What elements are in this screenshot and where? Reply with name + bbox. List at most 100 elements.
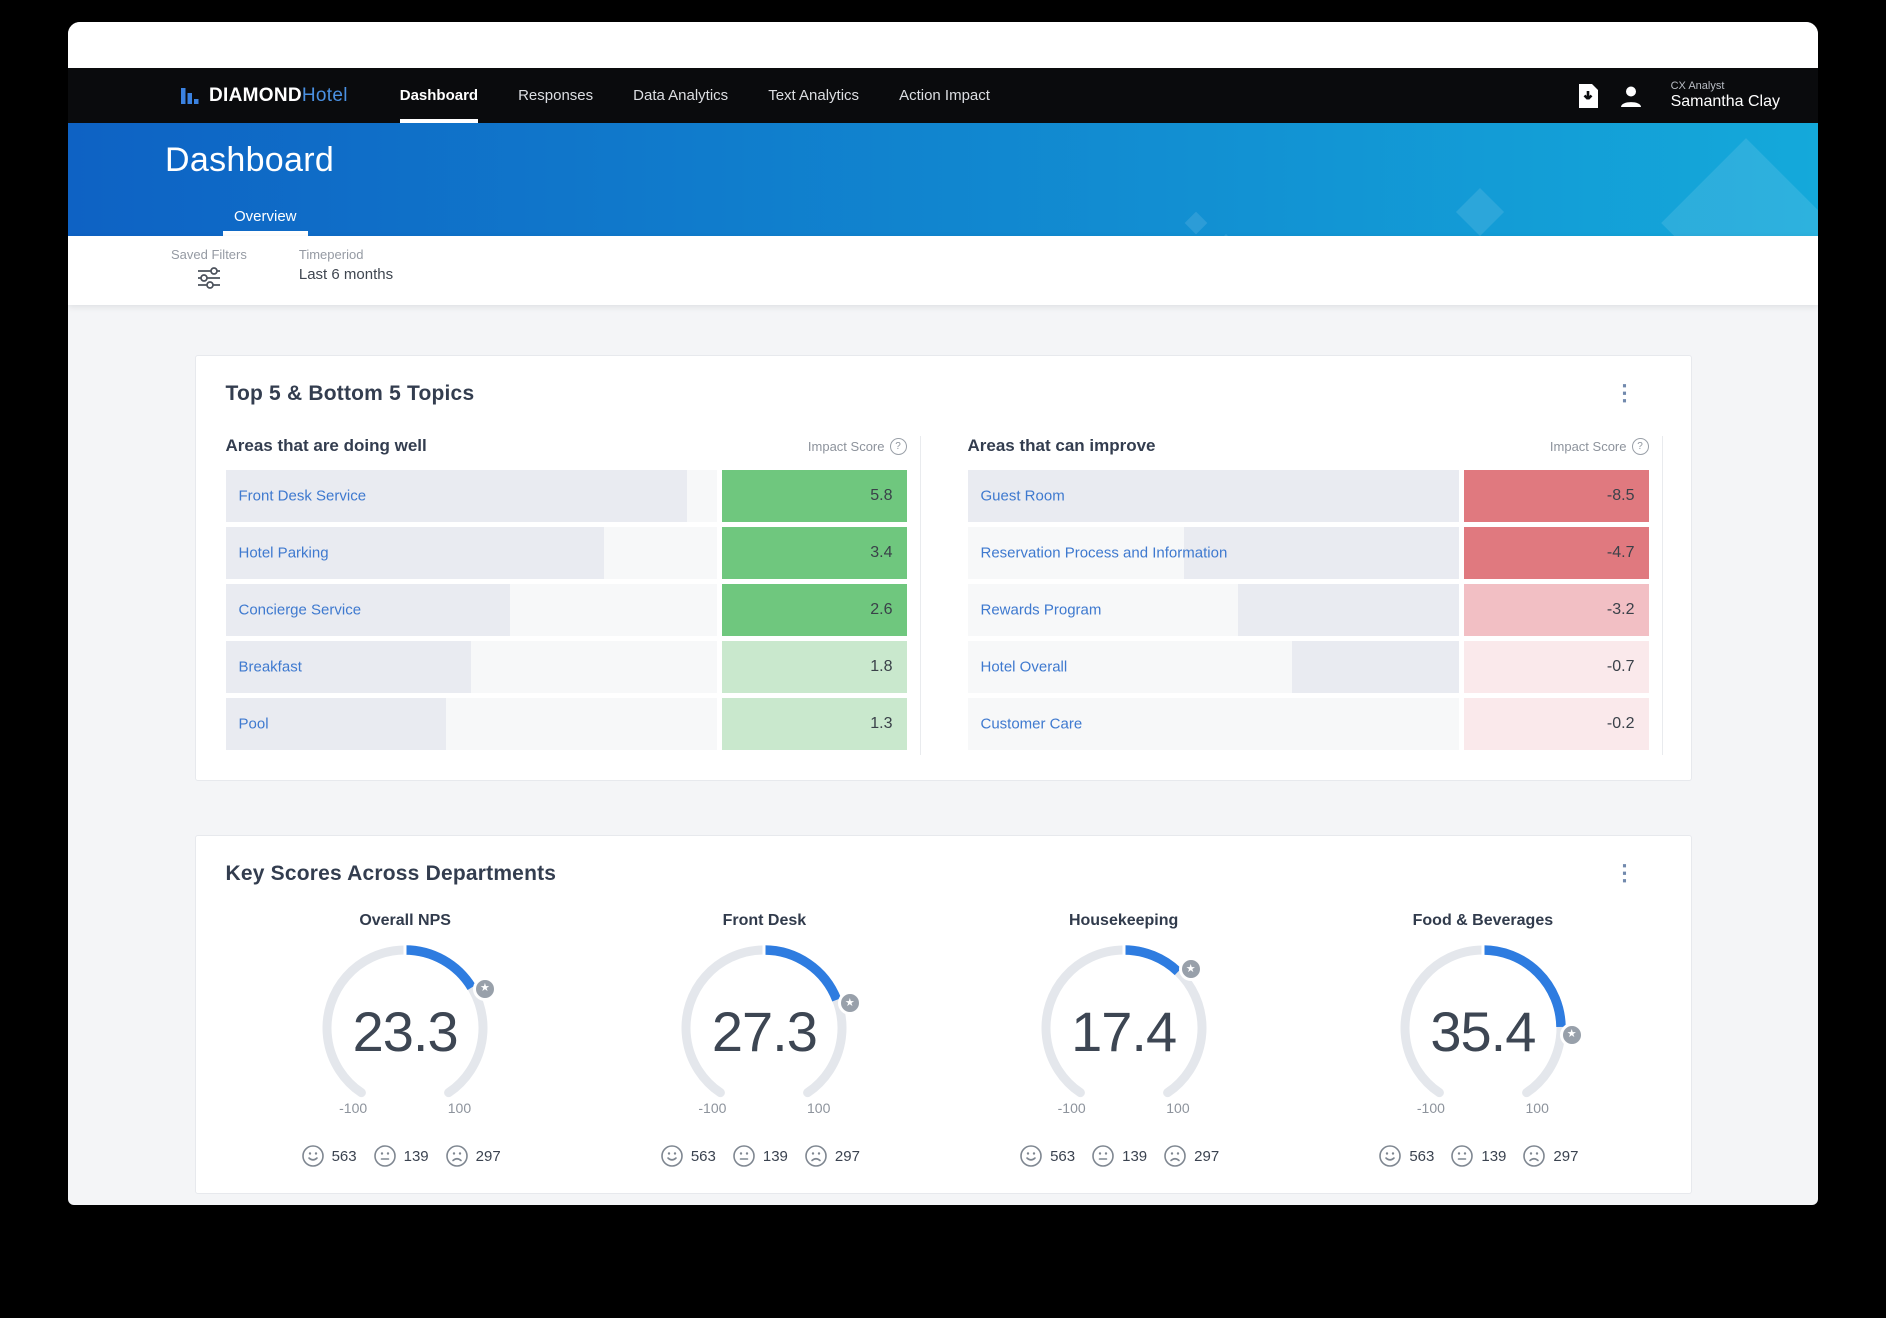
help-icon[interactable]: ?	[1631, 437, 1649, 455]
doing-well-heading: Areas that are doing well	[225, 436, 427, 455]
positive-count: 563	[690, 1147, 716, 1165]
happy-face-icon	[1020, 1145, 1042, 1167]
nav-item-data-analytics[interactable]: Data Analytics	[633, 68, 728, 123]
happy-face-icon	[661, 1145, 683, 1167]
brand-logo[interactable]: DIAMONDHotel	[180, 85, 348, 107]
bar-chart-logo-icon	[181, 87, 199, 104]
gauge-title: Housekeeping	[1068, 912, 1179, 929]
gauge-title: Food & Beverages	[1412, 912, 1554, 929]
timeperiod-label: Timeperiod	[298, 247, 364, 262]
impact-score-cell: -4.7	[1463, 527, 1649, 579]
topic-link[interactable]: Rewards Program	[981, 602, 1102, 619]
user-menu[interactable]: CX Analyst Samantha Clay	[1671, 80, 1780, 111]
gauge-overall-nps: Overall NPS 23.3 ★ -100 100 563 139 297	[226, 912, 585, 1168]
nps-gauge: 17.4 ★	[1024, 942, 1224, 1106]
positive-count: 563	[1050, 1147, 1076, 1165]
neutral-count: 139	[1122, 1147, 1148, 1165]
brand-name: DIAMONDHotel	[209, 84, 348, 106]
neutral-face-icon	[1092, 1145, 1114, 1167]
saved-filters-button[interactable]: Saved Filters	[171, 236, 247, 305]
impact-score-cell: -0.7	[1463, 641, 1649, 693]
sad-face-icon	[1164, 1145, 1186, 1167]
impact-score-label: Impact Score ?	[1550, 437, 1649, 455]
topic-link[interactable]: Guest Room	[981, 488, 1065, 505]
export-download-icon[interactable]	[1577, 83, 1599, 109]
gauge-front-desk: Front Desk 27.3 ★ -100 100 563 139 297	[585, 912, 944, 1168]
can-improve-list: Areas that can improve Impact Score ? Gu…	[967, 436, 1663, 755]
topic-bar	[1237, 584, 1459, 636]
nav-item-responses[interactable]: Responses	[518, 68, 593, 123]
tab-overview[interactable]: Overview	[223, 208, 308, 236]
timeperiod-selector[interactable]: Timeperiod Last 6 months	[299, 236, 393, 305]
gauge-food-beverages: Food & Beverages 35.4 ★ -100 100 563 139…	[1303, 912, 1662, 1168]
neutral-face-icon	[733, 1145, 755, 1167]
nav-item-text-analytics[interactable]: Text Analytics	[768, 68, 859, 123]
topic-link[interactable]: Front Desk Service	[239, 488, 367, 505]
topic-link[interactable]: Concierge Service	[239, 602, 362, 619]
impact-score-cell: 1.3	[721, 698, 907, 750]
sentiment-counts: 563 139 297	[660, 1144, 869, 1168]
user-role: CX Analyst	[1670, 79, 1725, 92]
happy-face-icon	[301, 1145, 324, 1167]
negative-count: 297	[1194, 1147, 1220, 1165]
page-title: Dashboard	[165, 141, 335, 179]
key-scores-card: Key Scores Across Departments ⋮ Overall …	[194, 835, 1692, 1194]
nps-gauge: 23.3 ★	[305, 942, 505, 1106]
happy-face-icon	[1379, 1145, 1402, 1167]
neutral-count: 139	[1481, 1147, 1507, 1165]
browser-chrome-strip	[68, 22, 1818, 68]
topics-card: Top 5 & Bottom 5 Topics ⋮ Areas that are…	[194, 355, 1692, 781]
topic-link[interactable]: Hotel Overall	[981, 659, 1068, 676]
key-scores-title: Key Scores Across Departments	[225, 862, 557, 885]
help-icon[interactable]: ?	[889, 437, 907, 455]
negative-count: 297	[834, 1147, 860, 1165]
table-row: Customer Care -0.2	[967, 698, 1649, 750]
user-avatar-icon[interactable]	[1619, 84, 1643, 108]
topic-bar	[1291, 641, 1459, 693]
topic-link[interactable]: Pool	[239, 716, 269, 733]
user-name: Samantha Clay	[1670, 92, 1780, 110]
saved-filters-label: Saved Filters	[171, 247, 247, 262]
goal-star-badge: ★	[1559, 1022, 1584, 1047]
impact-score-cell: -3.2	[1463, 584, 1649, 636]
gauge-title: Overall NPS	[359, 912, 451, 929]
filters-sliders-icon	[197, 267, 220, 289]
topics-card-title: Top 5 & Bottom 5 Topics	[225, 382, 475, 405]
negative-count: 297	[1553, 1147, 1579, 1165]
can-improve-heading: Areas that can improve	[967, 436, 1156, 455]
table-row: Hotel Parking 3.4	[225, 527, 907, 579]
goal-star-badge: ★	[472, 976, 497, 1001]
table-row: Reservation Process and Information -4.7	[967, 527, 1649, 579]
sad-face-icon	[1523, 1145, 1546, 1167]
table-row: Front Desk Service 5.8	[225, 470, 907, 522]
positive-count: 563	[331, 1147, 357, 1165]
positive-count: 563	[1409, 1147, 1435, 1165]
key-scores-menu-icon[interactable]: ⋮	[1614, 862, 1636, 884]
doing-well-list: Areas that are doing well Impact Score ?…	[225, 436, 921, 755]
nav-right: CX Analyst Samantha Clay	[1577, 80, 1780, 111]
sad-face-icon	[805, 1145, 827, 1167]
impact-score-cell: -8.5	[1463, 470, 1649, 522]
sentiment-counts: 563 139 297	[301, 1144, 510, 1168]
gauge-housekeeping: Housekeeping 17.4 ★ -100 100 563 139 297	[944, 912, 1303, 1168]
negative-count: 297	[475, 1147, 501, 1165]
nps-gauge: 27.3 ★	[664, 942, 864, 1106]
neutral-face-icon	[373, 1145, 396, 1167]
main-content: Top 5 & Bottom 5 Topics ⋮ Areas that are…	[68, 305, 1818, 1194]
gauges-row: Overall NPS 23.3 ★ -100 100 563 139 297 …	[226, 912, 1663, 1168]
impact-score-label: Impact Score ?	[808, 437, 907, 455]
gauge-value: 27.3	[711, 1000, 818, 1063]
topic-link[interactable]: Breakfast	[239, 659, 302, 676]
table-row: Rewards Program -3.2	[967, 584, 1649, 636]
topic-link[interactable]: Hotel Parking	[239, 545, 329, 562]
hero-header: Dashboard Overview	[68, 123, 1818, 236]
impact-score-cell: 1.8	[721, 641, 907, 693]
topic-link[interactable]: Customer Care	[981, 716, 1083, 733]
gauge-value: 35.4	[1430, 1000, 1536, 1063]
nav-item-dashboard[interactable]: Dashboard	[399, 68, 479, 123]
impact-score-cell: 3.4	[721, 527, 907, 579]
sentiment-counts: 563 139 297	[1019, 1144, 1228, 1168]
nav-item-action-impact[interactable]: Action Impact	[899, 68, 990, 123]
topics-card-menu-icon[interactable]: ⋮	[1614, 382, 1636, 404]
topic-link[interactable]: Reservation Process and Information	[981, 545, 1228, 562]
